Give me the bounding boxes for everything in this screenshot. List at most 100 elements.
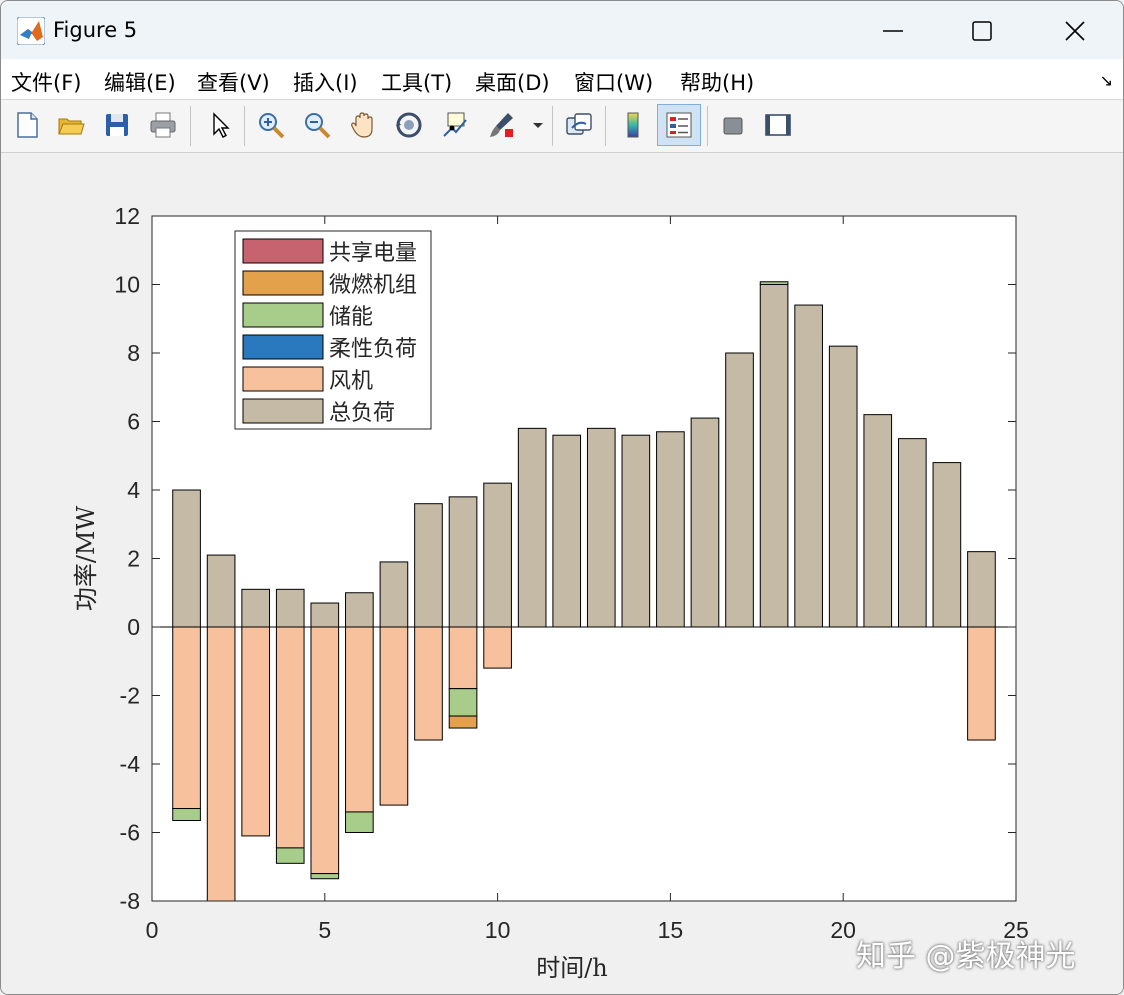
bar-segment[interactable] [517,427,547,628]
insert-colorbar-button[interactable] [613,104,653,146]
bar-segment[interactable] [759,281,789,285]
menu-view[interactable]: 查看(V) [197,67,270,97]
legend-swatch [242,302,324,328]
legend-label: 微燃机组 [329,273,417,298]
matlab-logo-icon [16,16,46,46]
legend-swatch [242,270,324,296]
data-cursor-button[interactable] [435,104,475,146]
bar-segment[interactable] [448,715,478,729]
bar-segment[interactable] [379,626,409,806]
title-bar[interactable]: Figure 5 [1,1,1123,59]
open-file-button[interactable] [51,104,91,146]
maximize-button[interactable] [947,9,1017,53]
legend-icon [666,112,692,138]
brush-button[interactable] [481,104,521,146]
bar-segment[interactable] [206,554,236,628]
toolbar-separator [605,106,606,146]
dock-arrow-icon[interactable]: ↘ [1100,71,1113,90]
insert-legend-button[interactable] [657,104,701,146]
bar-segment[interactable] [310,626,340,875]
hide-plot-tools-button[interactable] [713,104,753,146]
bar-segment[interactable] [794,304,823,628]
legend-label: 储能 [329,305,373,330]
colorbar-icon [627,112,639,138]
bar-segment[interactable] [241,626,271,837]
x-axis-label: 时间/h [536,954,608,982]
bar-segment[interactable] [967,551,996,628]
link-plot-button[interactable] [559,104,599,146]
zoom-in-icon [259,113,285,139]
bar-segment[interactable] [345,811,374,834]
bar-segment[interactable] [483,626,512,669]
legend-label: 风机 [329,369,373,394]
menu-insert[interactable]: 插入(I) [293,67,358,97]
bar-segment[interactable] [172,808,201,822]
save-icon [106,114,128,136]
figure-window: Figure 5 文件(F) 编辑(E) 查看(V) 插入(I) 工具(T) 桌… [0,0,1124,995]
rotate-3d-icon [396,112,422,138]
bar-segment[interactable] [241,588,271,628]
bar-segment[interactable] [172,489,201,628]
bar-segment[interactable] [656,431,685,628]
bar-segment[interactable] [483,482,512,628]
bar-segment[interactable] [897,438,927,628]
brush-dropdown-button[interactable] [527,104,549,146]
new-figure-button[interactable] [7,104,47,146]
menu-window[interactable]: 窗口(W) [574,67,653,97]
menu-help[interactable]: 帮助(H) [680,67,754,97]
y-axis-label: 功率/MW [72,506,100,612]
bar-segment[interactable] [967,626,996,741]
y-tick-label: -8 [120,888,140,914]
maximize-icon [972,21,992,41]
window-title: Figure 5 [53,18,138,42]
bar-segment[interactable] [932,462,962,628]
y-tick-label: -4 [120,751,141,777]
print-button[interactable] [143,104,183,146]
bar-segment[interactable] [414,503,443,628]
legend-label: 柔性负荷 [329,337,417,362]
minimize-button[interactable] [858,9,928,53]
legend-swatch [242,398,324,424]
bar-segment[interactable] [345,626,374,813]
y-tick-label: 2 [127,546,140,572]
zoom-out-button[interactable] [297,104,337,146]
zoom-in-button[interactable] [251,104,291,146]
bar-segment[interactable] [414,626,443,741]
bar-segment[interactable] [552,434,582,628]
bar-segment[interactable] [310,602,340,628]
bar-segment[interactable] [275,847,305,864]
bar-segment[interactable] [759,284,789,628]
hide-plot-tools-icon [723,117,743,135]
bar-segment[interactable] [310,873,340,880]
bar-segment[interactable] [275,626,305,849]
y-tick-label: 12 [114,203,140,229]
bar-segment[interactable] [345,592,374,628]
x-tick-label: 5 [318,917,331,943]
close-button[interactable] [1040,9,1110,53]
bar-segment[interactable] [863,414,893,628]
bar-chart[interactable]: -8-6-4-20246810120 5 10 15 20 25时间/h功率/MW共享电量… [1,153,1123,994]
bar-segment[interactable] [448,688,478,717]
bar-segment[interactable] [448,496,478,628]
show-plot-tools-button[interactable] [758,104,798,146]
menu-tools[interactable]: 工具(T) [381,67,452,97]
bar-segment[interactable] [275,588,305,628]
bar-segment[interactable] [725,352,754,628]
edit-plot-button[interactable] [199,104,239,146]
bar-segment[interactable] [621,434,651,628]
pan-button[interactable] [343,104,383,146]
rotate-button[interactable] [389,104,429,146]
figure-canvas: -8 -6 -4 -2 0 2 4 6 8 10 12 0 5 10 15 20 25 时间/h 功率/MW 共享电量… [1,153,1123,994]
menu-desktop[interactable]: 桌面(D) [475,67,550,97]
bar-segment[interactable] [828,345,858,628]
menu-file[interactable]: 文件(F) [11,67,81,97]
bar-segment[interactable] [586,427,616,628]
bar-segment[interactable] [448,626,478,690]
bar-segment[interactable] [379,561,409,628]
bar-segment[interactable] [690,417,720,628]
bar-segment[interactable] [172,626,201,810]
save-button[interactable] [97,104,137,146]
bar-segment[interactable] [206,626,236,908]
menu-edit[interactable]: 编辑(E) [104,67,176,97]
print-icon [150,112,176,138]
